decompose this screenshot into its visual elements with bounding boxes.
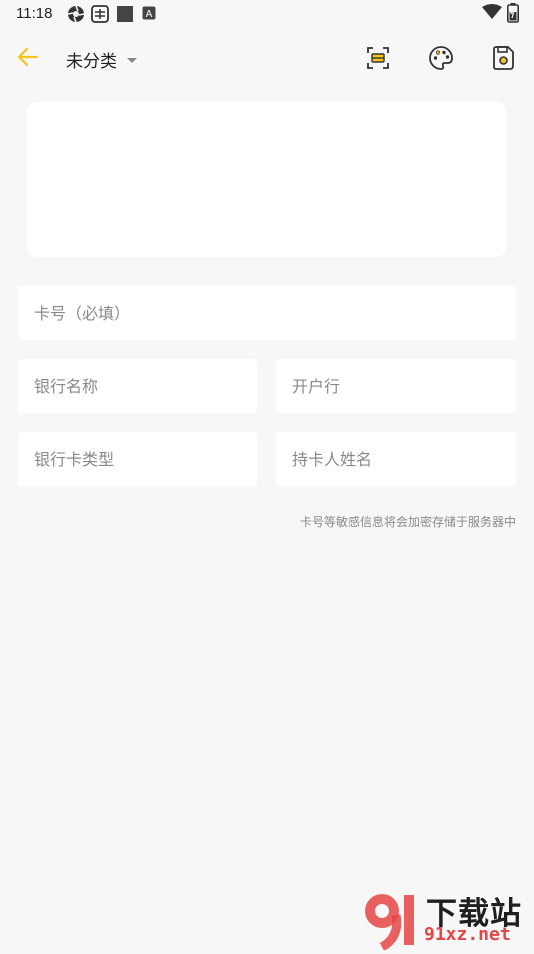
chevron-down-icon <box>127 57 137 63</box>
top-toolbar: 未分类 <box>0 36 534 80</box>
card-preview <box>27 102 506 257</box>
card-number-input[interactable] <box>34 303 516 323</box>
bank-name-input[interactable] <box>34 376 257 396</box>
save-button[interactable] <box>489 44 517 72</box>
palette-icon <box>429 46 453 70</box>
encryption-notice: 卡号等敏感信息将会加密存储于服务器中 <box>299 515 516 529</box>
status-bar: 11:18 A <box>0 0 534 28</box>
wifi-icon <box>482 4 502 24</box>
category-dropdown[interactable]: 未分类 <box>66 46 137 72</box>
branch-input[interactable] <box>292 376 516 396</box>
back-button[interactable] <box>14 44 44 70</box>
watermark-logo-icon <box>365 894 414 951</box>
save-icon <box>493 46 514 70</box>
battery-icon <box>507 3 519 27</box>
keyboard-icon <box>91 5 109 27</box>
holder-name-field[interactable] <box>276 432 516 486</box>
back-arrow-icon <box>17 47 39 67</box>
branch-field[interactable] <box>276 359 516 413</box>
card-type-input[interactable] <box>34 449 257 469</box>
watermark: 下载站 91xz.net <box>360 885 534 951</box>
palette-button[interactable] <box>427 44 455 72</box>
bank-name-field[interactable] <box>18 359 257 413</box>
svg-text:A: A <box>146 9 153 20</box>
scan-card-button[interactable] <box>364 44 392 72</box>
card-number-field[interactable] <box>18 286 516 340</box>
status-time: 11:18 <box>16 5 53 22</box>
category-label: 未分类 <box>66 51 117 72</box>
a-notification-icon: A <box>142 5 156 24</box>
aperture-icon <box>67 5 85 27</box>
holder-name-input[interactable] <box>292 449 516 469</box>
square-icon <box>116 5 134 27</box>
watermark-url: 91xz.net <box>424 924 511 945</box>
scan-card-icon <box>367 47 389 69</box>
card-type-field[interactable] <box>18 432 257 486</box>
